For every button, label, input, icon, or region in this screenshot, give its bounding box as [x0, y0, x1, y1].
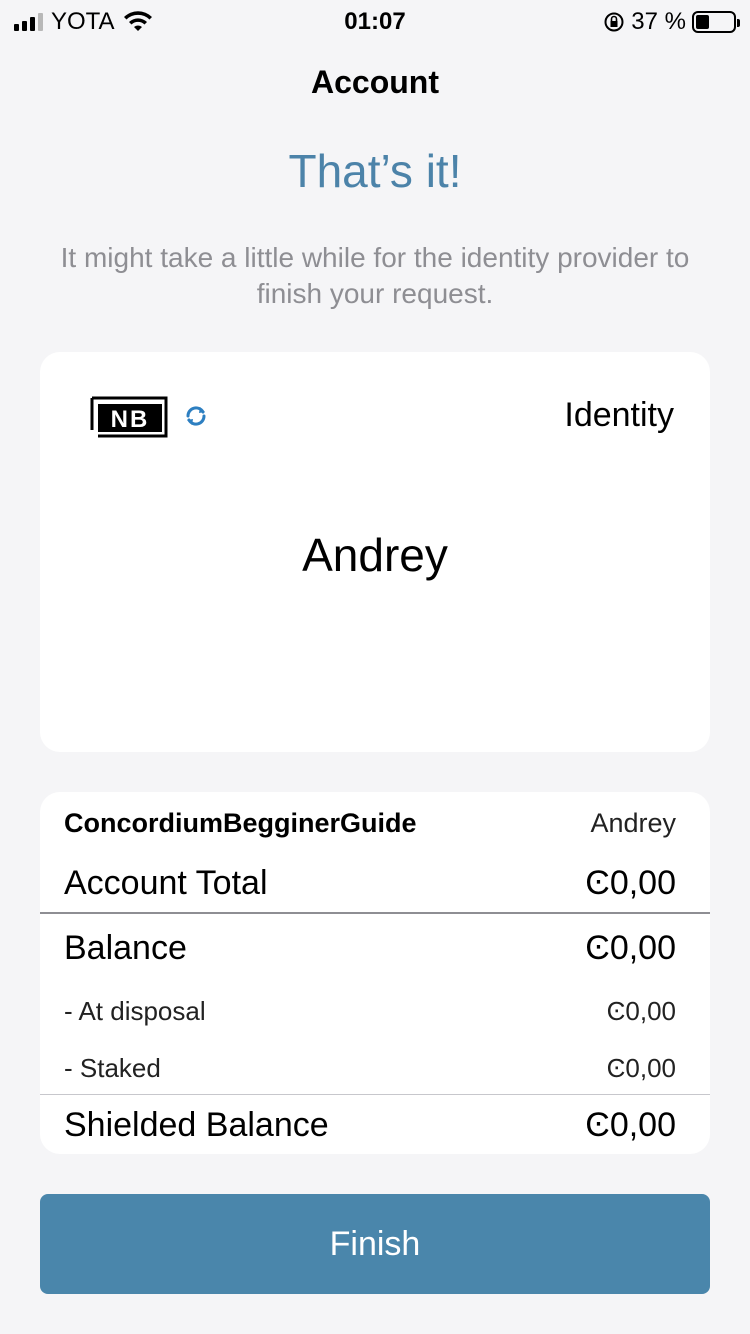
refresh-icon: [186, 406, 206, 426]
logo-text: NB: [111, 406, 150, 433]
shielded-balance-label: Shielded Balance: [64, 1106, 329, 1144]
account-total-row: Account Total Ͼ0,00: [40, 864, 710, 903]
account-header-row: ConcordiumBegginerGuide Andrey: [40, 808, 710, 839]
at-disposal-label: - At disposal: [64, 996, 206, 1026]
battery-fill: [696, 15, 710, 29]
account-owner: Andrey: [590, 808, 676, 838]
shielded-balance-row: Shielded Balance Ͼ0,00: [40, 1106, 710, 1145]
staked-value: Ͼ0,00: [606, 1053, 676, 1083]
battery-percent: 37 %: [631, 8, 686, 35]
identity-provider-logo: NB: [90, 396, 168, 438]
status-right: 37 %: [603, 8, 740, 36]
status-bar: YOTA 01:07 37 %: [0, 0, 750, 40]
divider: [40, 1094, 710, 1095]
subtitle: It might take a little while for the ide…: [60, 242, 690, 309]
divider: [40, 912, 710, 914]
account-card[interactable]: ConcordiumBegginerGuide Andrey Account T…: [40, 792, 710, 1154]
at-disposal-value: Ͼ0,00: [606, 996, 676, 1026]
page-title: Account: [311, 64, 439, 100]
orientation-lock-icon: [604, 12, 624, 32]
identity-name: Andrey: [302, 529, 448, 581]
at-disposal-row: - At disposal Ͼ0,00: [40, 996, 710, 1027]
account-total-label: Account Total: [64, 864, 268, 902]
battery-icon: [692, 11, 740, 33]
identity-card[interactable]: NB Identity Andrey: [40, 352, 710, 752]
headline: That’s it!: [288, 145, 462, 197]
account-total-value: Ͼ0,00: [585, 864, 676, 902]
identity-label: Identity: [564, 396, 674, 434]
finish-button[interactable]: Finish: [40, 1194, 710, 1294]
balance-value: Ͼ0,00: [585, 929, 676, 967]
account-name: ConcordiumBegginerGuide: [64, 808, 417, 838]
balance-label: Balance: [64, 929, 187, 967]
staked-label: - Staked: [64, 1053, 161, 1083]
balance-row: Balance Ͼ0,00: [40, 929, 710, 968]
shielded-balance-value: Ͼ0,00: [585, 1106, 676, 1144]
staked-row: - Staked Ͼ0,00: [40, 1053, 710, 1084]
